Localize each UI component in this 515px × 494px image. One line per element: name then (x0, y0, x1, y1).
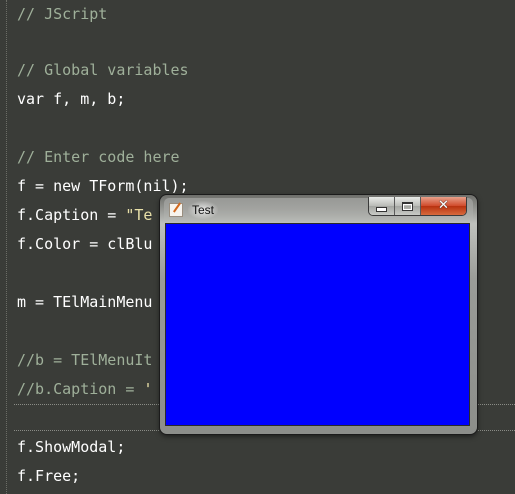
code-comment: // JScript (17, 5, 108, 23)
code-line[interactable]: m = TElMainMenu (17, 288, 152, 317)
code-comment: // Enter code here (17, 148, 180, 166)
close-button[interactable]: ✕ (421, 197, 466, 215)
code-string: "Te (125, 206, 153, 224)
form-client-area[interactable] (165, 223, 470, 426)
code-line[interactable]: //b = TElMenuIt (17, 346, 152, 375)
code-line[interactable]: f.Caption = "Te (17, 201, 152, 230)
code-line[interactable]: f.ShowModal; (17, 433, 125, 462)
code-comment: // Global variables (17, 61, 189, 79)
window-controls: ✕ (368, 197, 467, 216)
code-line[interactable]: var f, m, b; (17, 85, 125, 114)
code-text: var f, m, b; (17, 90, 126, 108)
gutter-guide-line (6, 0, 7, 494)
maximize-button[interactable] (395, 197, 421, 215)
code-text: f.Color = clBlu (17, 235, 153, 253)
code-text: m = TElMainMenu (17, 293, 153, 311)
maximize-icon (402, 201, 413, 211)
code-line[interactable]: f.Free; (17, 462, 80, 491)
code-text: f.ShowModal; (17, 438, 126, 456)
close-icon: ✕ (438, 198, 449, 213)
window-title: Test (188, 201, 219, 219)
code-line[interactable]: //b.Caption = ' (17, 375, 152, 404)
code-comment: //b.Caption = (17, 380, 144, 398)
minimize-button[interactable] (369, 197, 395, 215)
code-text: f.Caption = (17, 206, 126, 224)
code-text: f = new TForm(nil); (17, 177, 189, 195)
app-form-icon[interactable] (169, 203, 183, 217)
test-form-window[interactable]: Test ✕ (160, 195, 477, 434)
code-string: ' (143, 380, 153, 398)
code-text: f.Free; (17, 467, 81, 485)
code-line[interactable]: // JScript (17, 0, 107, 29)
code-comment: //b = TElMenuIt (17, 351, 153, 369)
code-line[interactable]: // Enter code here (17, 143, 180, 172)
code-line[interactable]: f.Color = clBlu (17, 230, 152, 259)
minimize-icon (376, 206, 387, 212)
code-line[interactable]: // Global variables (17, 56, 189, 85)
